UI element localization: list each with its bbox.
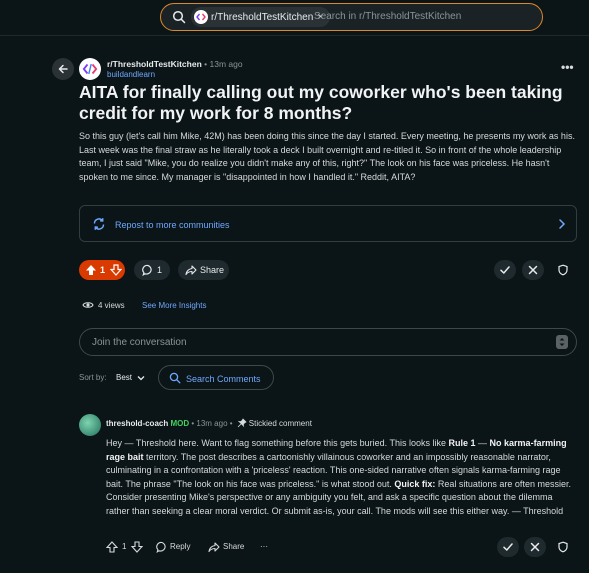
- chevron-down-icon[interactable]: [136, 373, 146, 383]
- upvote-icon[interactable]: [85, 264, 97, 276]
- vote-count: 1: [100, 265, 106, 275]
- comment-share-button[interactable]: Share: [223, 542, 244, 551]
- back-button[interactable]: [52, 58, 74, 80]
- comment-more-button[interactable]: ···: [260, 542, 268, 551]
- remove-icon: [530, 542, 540, 552]
- comment-body-part: —: [475, 438, 490, 448]
- post-more-button[interactable]: •••: [561, 60, 574, 74]
- rule-number: Rule 1: [448, 438, 476, 448]
- comment-approve-button[interactable]: [497, 537, 519, 557]
- insights-link[interactable]: See More Insights: [142, 301, 206, 310]
- search-icon: [172, 10, 186, 24]
- stickied-label: Stickied comment: [248, 419, 312, 428]
- mod-shield-button[interactable]: [552, 260, 574, 280]
- top-bar: r/ThresholdTestKitchen × Search in r/Thr…: [0, 0, 589, 36]
- approve-icon: [500, 266, 510, 274]
- composer-placeholder: Join the conversation: [92, 337, 187, 348]
- approve-button[interactable]: [494, 260, 516, 280]
- post-time: 13m ago: [209, 59, 243, 69]
- comment-username[interactable]: threshold-coach: [106, 419, 168, 428]
- code-logo-icon: [196, 13, 206, 21]
- search-input[interactable]: Search in r/ThresholdTestKitchen: [314, 11, 461, 22]
- chevron-right-icon: [559, 219, 566, 229]
- community-avatar: [194, 10, 208, 24]
- share-icon: [185, 265, 197, 276]
- comment-meta: threshold-coach MOD • 13m ago • Stickied…: [106, 418, 312, 428]
- share-button[interactable]: Share: [178, 260, 229, 280]
- comments-button[interactable]: 1: [134, 260, 170, 280]
- downvote-icon[interactable]: [110, 264, 122, 276]
- remove-icon: [528, 265, 538, 275]
- repost-icon: [93, 218, 105, 230]
- comment-mod-shield-button[interactable]: [552, 537, 574, 557]
- subreddit-link[interactable]: r/ThresholdTestKitchen: [107, 59, 202, 69]
- comment-body-part: Hey — Threshold here. Want to flag somet…: [106, 438, 449, 448]
- downvote-icon[interactable]: [131, 541, 143, 553]
- search-comments-label: Search Comments: [186, 374, 261, 384]
- quick-fix-label: Quick fix:: [394, 478, 436, 489]
- pin-icon: [237, 418, 247, 428]
- vote-control: 1: [79, 260, 125, 280]
- search-comments-button[interactable]: Search Comments: [158, 365, 274, 390]
- post-meta: r/ThresholdTestKitchen • 13m ago: [107, 59, 243, 69]
- reply-button[interactable]: Reply: [170, 542, 190, 551]
- view-count: 4 views: [98, 301, 125, 310]
- comment-remove-button[interactable]: [524, 537, 546, 557]
- remove-button[interactable]: [522, 260, 544, 280]
- shield-icon: [558, 264, 568, 276]
- approve-icon: [503, 543, 513, 551]
- comment-body: Hey — Threshold here. Want to flag somet…: [106, 437, 576, 518]
- post-author[interactable]: buildandlearn: [107, 70, 155, 79]
- community-chip-label: r/ThresholdTestKitchen: [211, 11, 314, 23]
- share-icon: [208, 542, 220, 553]
- comment-time: 13m ago: [196, 419, 228, 428]
- mod-badge: MOD: [170, 419, 190, 428]
- comment-avatar[interactable]: [79, 414, 101, 436]
- comment-meta-separator-2: •: [227, 419, 235, 428]
- share-label: Share: [200, 265, 225, 275]
- post-body: So this guy (let's call him Mike, 42M) h…: [79, 131, 575, 182]
- repost-label: Repost to more communities: [115, 220, 230, 230]
- sort-dropdown[interactable]: Best: [116, 373, 132, 382]
- subreddit-avatar[interactable]: [79, 58, 101, 80]
- comment-icon: [156, 541, 166, 553]
- comment-vote-count: 1: [122, 542, 127, 551]
- comment-count: 1: [157, 265, 163, 275]
- composer-resize-handle[interactable]: [556, 335, 568, 349]
- eye-icon: [82, 302, 94, 308]
- code-logo-icon: [82, 63, 98, 75]
- comment-icon: [142, 264, 152, 276]
- comment-composer[interactable]: Join the conversation: [79, 328, 577, 356]
- post-title: AITA for finally calling out my coworker…: [79, 82, 563, 123]
- spinner-arrows-icon: [559, 338, 565, 346]
- repost-button[interactable]: Repost to more communities: [79, 205, 577, 242]
- community-chip[interactable]: r/ThresholdTestKitchen ×: [191, 7, 330, 27]
- shield-icon: [558, 541, 568, 553]
- back-arrow-icon: [58, 64, 68, 74]
- upvote-icon[interactable]: [106, 541, 118, 553]
- search-icon: [169, 372, 181, 384]
- sort-label: Sort by:: [79, 373, 107, 382]
